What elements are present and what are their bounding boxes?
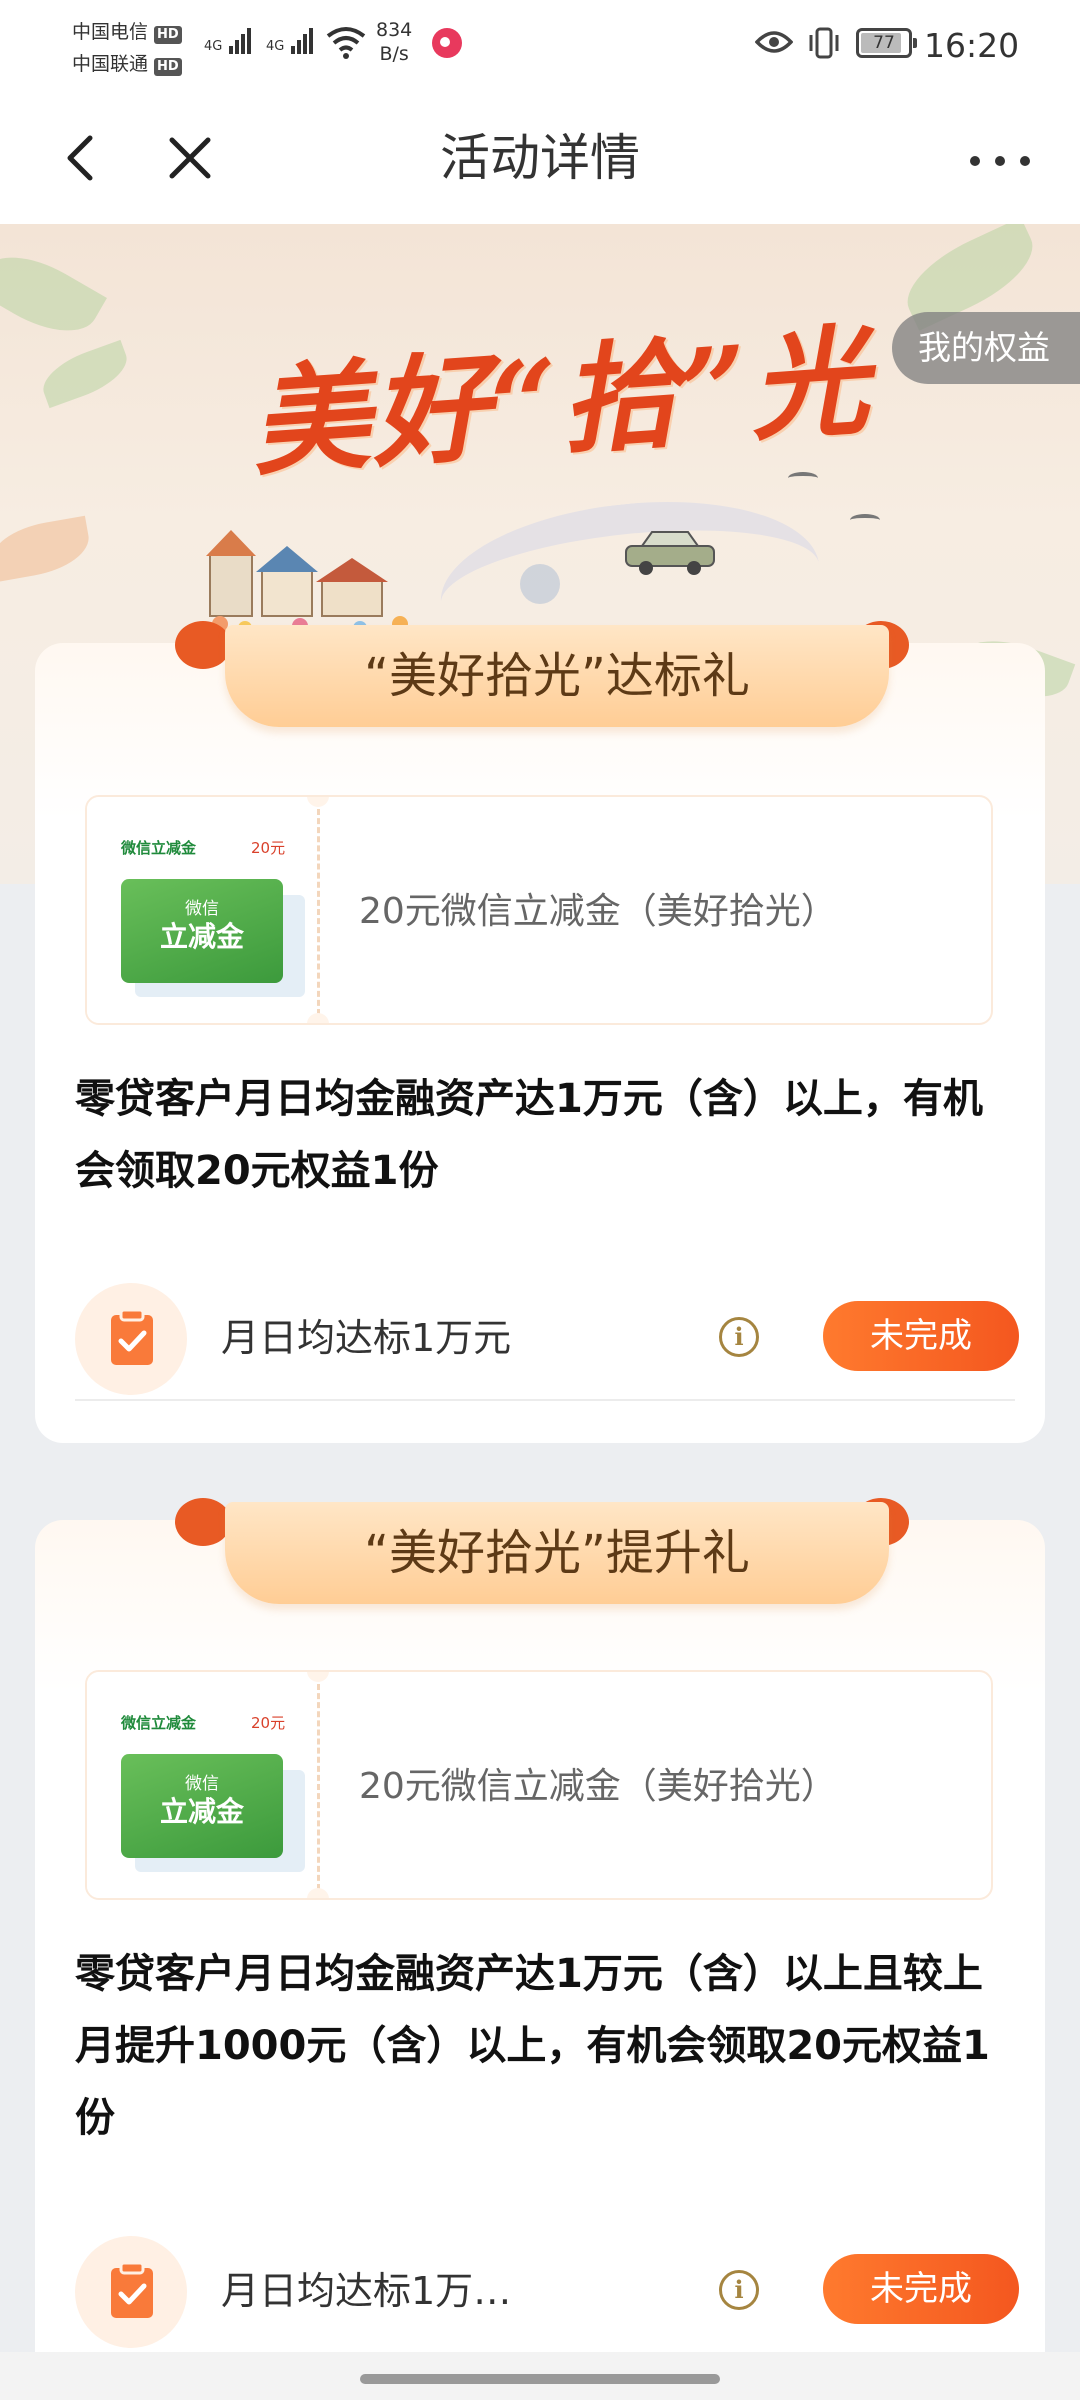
coupon-thumb-title: 微信立减金: [121, 839, 197, 857]
coupon-thumb-amount: 20元: [251, 839, 286, 857]
leaf-decoration: [0, 238, 107, 350]
coupon-divider: [317, 809, 320, 1015]
status-button[interactable]: 未完成: [823, 2254, 1019, 2324]
info-icon[interactable]: i: [719, 1317, 759, 1357]
bird-illustration: [788, 472, 818, 484]
clipboard-check-icon: [111, 2261, 153, 2318]
task-label: 月日均达标1万元: [221, 1316, 512, 1360]
leaf-decoration: [35, 339, 135, 409]
network-type: 4G: [266, 39, 285, 54]
eye-icon: [755, 31, 793, 53]
vibrate-icon: [809, 27, 839, 59]
coupon-divider: [317, 1684, 320, 1890]
reward-card: “美好拾光”达标礼 微信立减金 20元 微信 立减金 20元微信立减金（美好拾光…: [35, 621, 1045, 1443]
carrier-1: 中国电信: [72, 21, 149, 43]
coupon-name: 20元微信立减金（美好拾光）: [359, 1766, 837, 1807]
close-icon[interactable]: [158, 126, 222, 190]
wifi-icon: [326, 27, 366, 59]
car-illustration: [625, 531, 715, 575]
reward-description: 零贷客户月日均金融资产达1万元（含）以上且较上月提升1000元（含）以上，有机会…: [75, 1951, 990, 2141]
signal-icon: 4G: [204, 24, 251, 54]
carrier-info: 中国电信 HD 中国联通 HD: [72, 16, 182, 80]
task-icon-bg: [75, 1283, 187, 1395]
balloon-decoration: [520, 564, 560, 604]
status-bar: 中国电信 HD 中国联通 HD 4G 4G 834 B/s 77 16:20: [0, 0, 1080, 96]
clock: 16:20: [924, 26, 1020, 65]
coupon-thumb-title: 微信立减金: [121, 1714, 197, 1732]
back-icon[interactable]: [52, 126, 116, 190]
reward-card: “美好拾光”提升礼 微信立减金 20元 微信 立减金 20元微信立减金（美好拾光…: [35, 1498, 1045, 2380]
clipboard-check-icon: [111, 1308, 153, 1365]
task-icon-bg: [75, 2236, 187, 2348]
my-rights-button[interactable]: 我的权益: [892, 312, 1080, 384]
village-illustration: [206, 530, 408, 634]
home-indicator[interactable]: [360, 2374, 720, 2384]
bird-illustration: [850, 514, 880, 526]
task-row: 月日均达标1万元 i 未完成: [75, 1261, 1019, 1401]
coupon-name: 20元微信立减金（美好拾光）: [359, 891, 837, 932]
task-label: 月日均达标1万元且提…: [221, 2269, 521, 2313]
gesture-bar: [0, 2352, 1080, 2400]
card-tab-title: “美好拾光”提升礼: [225, 1502, 889, 1604]
wechat-coupon-image: 微信 立减金: [121, 1754, 283, 1858]
coupon-item[interactable]: 微信立减金 20元 微信 立减金 20元微信立减金（美好拾光）: [85, 1670, 993, 1900]
carrier-2: 中国联通: [72, 53, 149, 75]
signal-icon: 4G: [266, 24, 313, 54]
card-tab-title: “美好拾光”达标礼: [225, 625, 889, 727]
nav-bar: 活动详情: [0, 96, 1080, 224]
wechat-coupon-image: 微信 立减金: [121, 879, 283, 983]
more-icon[interactable]: [962, 132, 1038, 188]
flower-decoration: [0, 515, 94, 583]
network-type: 4G: [204, 39, 223, 54]
hero-title: 美好“拾”光: [246, 310, 875, 493]
network-speed: 834 B/s: [376, 19, 413, 65]
status-button[interactable]: 未完成: [823, 1301, 1019, 1371]
ribbon-decoration: [175, 621, 231, 669]
coupon-thumbnail: 微信立减金 20元 微信 立减金: [87, 797, 317, 1023]
coupon-item[interactable]: 微信立减金 20元 微信 立减金 20元微信立减金（美好拾光）: [85, 795, 993, 1025]
coupon-thumbnail: 微信立减金 20元 微信 立减金: [87, 1672, 317, 1898]
info-icon[interactable]: i: [719, 2270, 759, 2310]
task-row: 月日均达标1万元且提… i 未完成: [75, 2214, 1019, 2354]
hd-badge: HD: [154, 58, 182, 76]
app-notification-icon: [432, 28, 462, 58]
hd-badge: HD: [154, 26, 182, 44]
ribbon-decoration: [175, 1498, 231, 1546]
battery-icon: 77: [856, 28, 917, 58]
coupon-thumb-amount: 20元: [251, 1714, 286, 1732]
reward-description: 零贷客户月日均金融资产达1万元（含）以上，有机会领取20元权益1份: [75, 1076, 983, 1194]
